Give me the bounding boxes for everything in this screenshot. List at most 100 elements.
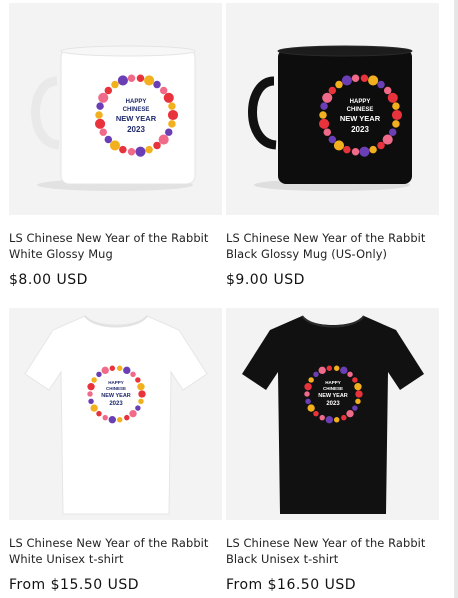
product-grid: HAPPY CHINESE NEW YEAR 2023 LS Chinese N…: [0, 0, 458, 598]
wreath-ornament: [145, 145, 153, 154]
wreath-ornament: [109, 365, 116, 371]
wreath-ornament: [127, 147, 136, 156]
product-title-line[interactable]: LS Chinese New Year of the Rabbit: [9, 535, 222, 551]
wreath-ornament: [377, 80, 385, 89]
wreath-ornament: [108, 416, 116, 424]
wreath-ornament: [87, 382, 95, 391]
wreath-ornament: [153, 141, 161, 150]
image-text: NEW YEAR: [101, 393, 131, 399]
image-text: HAPPY: [325, 380, 341, 385]
wreath-ornament: [359, 146, 370, 157]
product-title[interactable]: LS Chinese New Year of the Rabbit Black …: [226, 535, 439, 567]
product-title-line[interactable]: White Unisex t-shirt: [9, 551, 222, 567]
wreath-ornament: [355, 390, 363, 398]
image-text: CHINESE: [106, 386, 126, 391]
wreath-ornament: [98, 92, 109, 103]
wreath-ornament: [368, 75, 379, 86]
wreath-ornament: [111, 80, 119, 89]
wreath-ornament: [325, 416, 333, 424]
page-scrollbar[interactable]: [454, 0, 458, 598]
wreath-ornament: [159, 86, 168, 95]
wreath-ornament: [377, 141, 385, 150]
wreath-ornament: [369, 145, 377, 154]
product-title-line[interactable]: LS Chinese New Year of the Rabbit: [226, 230, 439, 246]
wreath-ornament: [341, 75, 352, 86]
image-text: CHINESE: [123, 107, 150, 113]
product-image[interactable]: HAPPY CHINESE NEW YEAR 2023: [226, 3, 439, 215]
wreath-ornament: [138, 390, 146, 398]
product-title-line[interactable]: Black Unisex t-shirt: [226, 551, 439, 567]
wreath-ornament: [87, 391, 93, 397]
product-title-line[interactable]: LS Chinese New Year of the Rabbit: [9, 230, 222, 246]
image-text: NEW YEAR: [340, 114, 381, 123]
product-title[interactable]: LS Chinese New Year of the Rabbit Black …: [226, 230, 439, 262]
wreath-ornament: [313, 371, 319, 378]
wreath-ornament: [354, 382, 362, 391]
image-text: 2023: [326, 401, 340, 407]
wreath-ornament: [392, 102, 400, 110]
wreath-ornament: [328, 86, 337, 95]
wreath-ornament: [167, 109, 179, 121]
wreath-ornament: [355, 398, 361, 405]
wreath-ornament: [117, 75, 128, 86]
wreath-ornament: [341, 414, 347, 421]
wreath-ornament: [343, 145, 351, 154]
image-text: 2023: [109, 401, 123, 407]
wreath-ornament: [313, 410, 319, 417]
wreath-ornament: [130, 371, 136, 378]
wreath-ornament: [319, 118, 330, 129]
wreath-ornament: [123, 366, 131, 375]
wreath-ornament: [116, 417, 123, 423]
wreath-ornament: [135, 377, 141, 383]
wreath-ornament: [144, 75, 155, 86]
wreath-ornament: [137, 382, 145, 391]
wreath-ornament: [305, 398, 311, 405]
product-price: From $15.50 USD: [9, 577, 139, 593]
wreath-ornament: [346, 409, 354, 418]
wreath-ornament: [163, 92, 174, 103]
product-image[interactable]: HAPPY CHINESE NEW YEAR 2023: [9, 308, 222, 520]
product-card[interactable]: HAPPY CHINESE NEW YEAR 2023 LS Chinese N…: [9, 308, 222, 593]
wreath-ornament: [96, 371, 102, 378]
product-price: $8.00 USD: [9, 272, 88, 288]
wreath-ornament: [119, 145, 127, 154]
wreath-ornament: [95, 111, 103, 119]
product-card[interactable]: HAPPY CHINESE NEW YEAR 2023 LS Chinese N…: [226, 3, 439, 288]
wreath-ornament: [104, 135, 113, 144]
image-text: 2023: [351, 125, 369, 134]
wreath-ornament: [347, 371, 353, 378]
wreath-ornament: [135, 146, 146, 157]
image-text: NEW YEAR: [116, 114, 157, 123]
image-text: HAPPY: [126, 99, 147, 105]
product-title-line[interactable]: Black Glossy Mug (US-Only): [226, 246, 439, 262]
wreath-ornament: [165, 128, 173, 136]
wreath-ornament: [352, 377, 358, 383]
product-card[interactable]: HAPPY CHINESE NEW YEAR 2023 LS Chinese N…: [9, 3, 222, 288]
wreath-ornament: [319, 414, 325, 421]
wreath-ornament: [383, 86, 392, 95]
product-title-line[interactable]: LS Chinese New Year of the Rabbit: [226, 535, 439, 551]
wreath-ornament: [352, 405, 358, 411]
wreath-ornament: [168, 102, 176, 110]
wreath-ornament: [96, 410, 102, 417]
wreath-ornament: [320, 102, 328, 110]
product-image[interactable]: HAPPY CHINESE NEW YEAR 2023: [9, 3, 222, 215]
wreath-ornament: [392, 120, 400, 128]
product-title[interactable]: LS Chinese New Year of the Rabbit White …: [9, 535, 222, 567]
wreath-ornament: [116, 365, 123, 371]
product-image[interactable]: HAPPY CHINESE NEW YEAR 2023: [226, 308, 439, 520]
wreath-ornament: [102, 414, 108, 421]
wreath-ornament: [95, 118, 106, 129]
image-text: 2023: [127, 125, 145, 134]
product-card[interactable]: HAPPY CHINESE NEW YEAR 2023 LS Chinese N…: [226, 308, 439, 593]
wreath-ornament: [391, 109, 403, 121]
black-tshirt-image: HAPPY CHINESE NEW YEAR 2023: [226, 308, 439, 520]
wreath-ornament: [168, 120, 176, 128]
wreath-ornament: [328, 135, 337, 144]
product-price: From $16.50 USD: [226, 577, 356, 593]
product-title[interactable]: LS Chinese New Year of the Rabbit White …: [9, 230, 222, 262]
white-tshirt-image: HAPPY CHINESE NEW YEAR 2023: [9, 308, 222, 520]
product-title-line[interactable]: White Glossy Mug: [9, 246, 222, 262]
wreath-ornament: [136, 74, 145, 83]
wreath-ornament: [109, 140, 121, 151]
